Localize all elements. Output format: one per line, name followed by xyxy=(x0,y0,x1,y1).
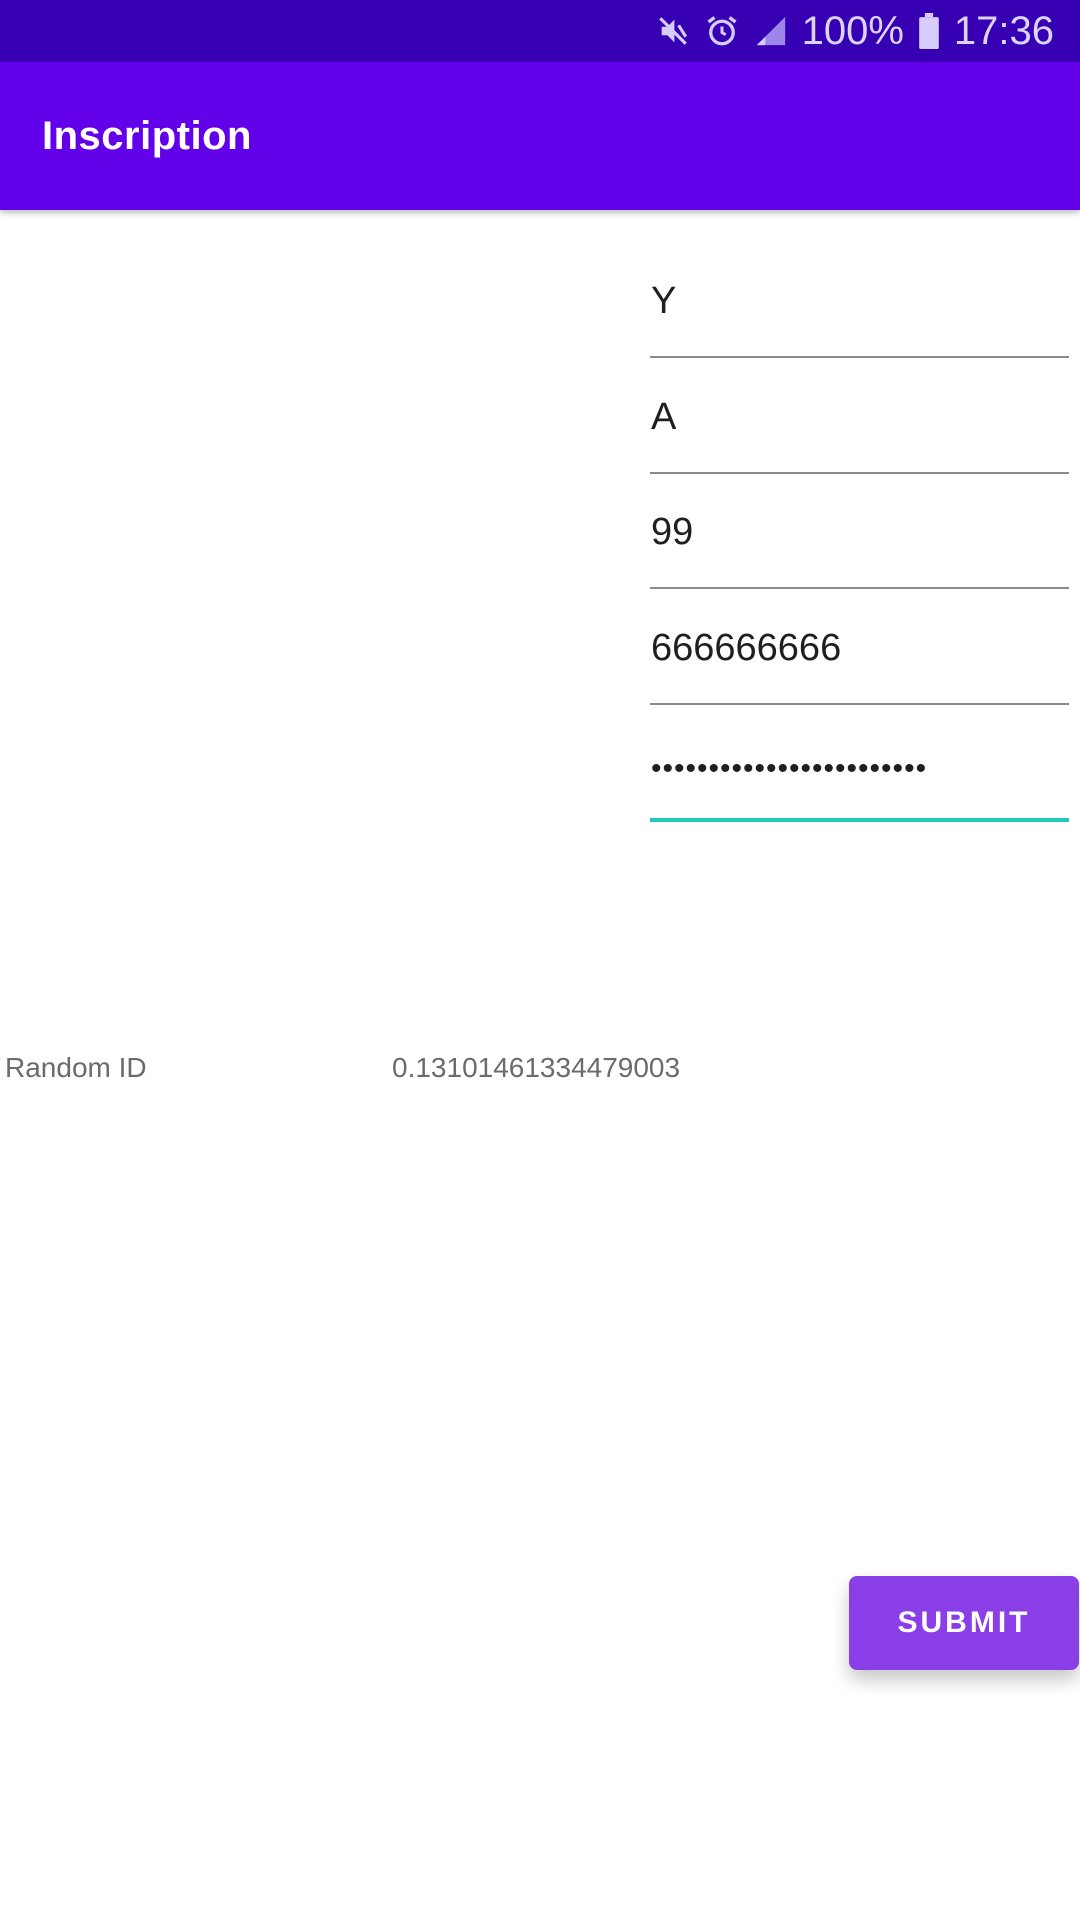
field-underline xyxy=(650,356,1069,358)
status-bar: 100% 17:36 xyxy=(0,0,1080,62)
battery-percent: 100% xyxy=(801,8,904,53)
first-name-field[interactable]: Y xyxy=(650,278,1069,358)
last-name-value: A xyxy=(651,396,677,438)
signal-icon xyxy=(754,14,788,48)
password-field[interactable]: •••••••••••••••••••••••• xyxy=(650,742,1069,822)
random-id-value: 0.13101461334479003 xyxy=(392,1052,681,1083)
random-id-label: Random ID xyxy=(5,1052,147,1083)
mute-icon xyxy=(656,14,690,48)
password-value: •••••••••••••••••••••••• xyxy=(651,752,928,785)
submit-button[interactable]: SUBMIT xyxy=(849,1576,1079,1670)
field-underline-focused xyxy=(650,818,1069,822)
age-value: 99 xyxy=(651,511,694,553)
clock: 17:36 xyxy=(953,8,1054,53)
status-icons: 100% 17:36 xyxy=(656,0,1054,62)
battery-icon xyxy=(918,13,940,49)
age-field[interactable]: 99 xyxy=(650,509,1069,589)
page-title: Inscription xyxy=(42,114,252,158)
field-underline xyxy=(650,703,1069,705)
submit-button-label: SUBMIT xyxy=(897,1606,1031,1639)
alarm-icon xyxy=(704,13,740,49)
phone-field[interactable]: 666666666 xyxy=(650,625,1069,705)
app-bar: Inscription xyxy=(0,62,1080,210)
screen: 100% 17:36 Inscription Y A 99 666666666 … xyxy=(0,0,1080,1920)
last-name-field[interactable]: A xyxy=(650,394,1069,474)
first-name-value: Y xyxy=(651,280,677,322)
phone-value: 666666666 xyxy=(651,627,842,669)
field-underline xyxy=(650,587,1069,589)
field-underline xyxy=(650,472,1069,474)
